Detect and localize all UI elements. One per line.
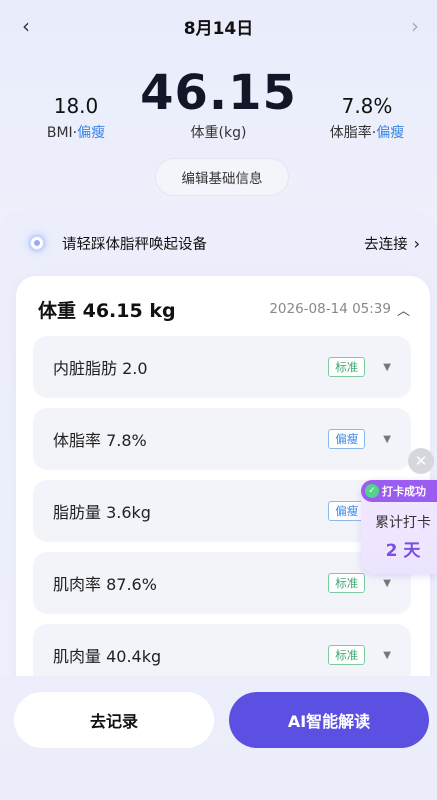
edit-basic-info-button[interactable]: 编辑基础信息 <box>155 158 289 196</box>
top-nav: ‹ 8月14日 › <box>0 0 437 52</box>
status-badge: 偏瘦 <box>328 429 366 449</box>
caret-down-icon[interactable]: ▼ <box>383 650 391 661</box>
record-button[interactable]: 去记录 <box>14 692 214 748</box>
metric-fat-mass[interactable]: 脂肪量 3.6kg 偏瘦 ▼ <box>33 480 411 542</box>
caret-down-icon[interactable]: ▼ <box>383 362 391 373</box>
checkin-days: 2 天 <box>385 541 421 561</box>
date-title: 8月14日 <box>183 19 254 39</box>
chevron-right-icon: › <box>413 233 420 253</box>
record-title: 体重 46.15 kg <box>38 299 176 322</box>
status-badge: 偏瘦 <box>328 501 366 521</box>
metric-body-fat-rate[interactable]: 体脂率 7.8% 偏瘦 ▼ <box>33 408 411 470</box>
caret-down-icon[interactable]: ▼ <box>383 578 391 589</box>
metric-name: 体脂率 7.8% <box>53 431 147 450</box>
status-badge: 标准 <box>328 645 366 665</box>
connect-button[interactable]: 去连接 › <box>364 233 420 254</box>
device-connect-row: 请轻踩体脂秤唤起设备 去连接 › <box>28 228 420 258</box>
body-fat-label: 体脂率·偏瘦 <box>329 125 405 141</box>
ai-analysis-button[interactable]: AI智能解读 <box>229 692 429 748</box>
metric-name: 肌肉率 87.6% <box>53 575 157 594</box>
metric-name: 脂肪量 3.6kg <box>53 503 151 522</box>
record-timestamp: 2026-08-14 05:39 ︿ <box>269 300 410 319</box>
caret-down-icon[interactable]: ▼ <box>383 434 391 445</box>
body-fat-status: 偏瘦 <box>376 125 405 141</box>
metric-muscle-rate[interactable]: 肌肉率 87.6% 标准 ▼ <box>33 552 411 614</box>
chevron-up-icon[interactable]: ︿ <box>397 300 410 319</box>
status-badge: 标准 <box>328 357 366 377</box>
device-prompt: 请轻踩体脂秤唤起设备 <box>62 236 207 253</box>
checkin-label: 累计打卡 <box>375 515 431 531</box>
metric-name: 内脏脂肪 2.0 <box>53 359 148 378</box>
record-header[interactable]: 体重 46.15 kg 2026-08-14 05:39 ︿ <box>38 296 410 322</box>
chevron-right-icon[interactable]: › <box>401 12 429 40</box>
body-fat-stat: 7.8% 体脂率·偏瘦 <box>311 94 423 142</box>
close-icon[interactable]: ✕ <box>408 448 434 474</box>
device-status-icon <box>28 234 46 252</box>
body-fat-value: 7.8% <box>341 94 393 118</box>
check-icon: ✓ <box>365 484 379 498</box>
metric-visceral-fat[interactable]: 内脏脂肪 2.0 标准 ▼ <box>33 336 411 398</box>
stats-summary: 18.0 BMI·偏瘦 46.15 体重(kg) 7.8% 体脂率·偏瘦 <box>0 64 437 154</box>
checkin-success-tag: ✓ 打卡成功 <box>361 480 437 502</box>
status-badge: 标准 <box>328 573 366 593</box>
metric-name: 肌肉量 40.4kg <box>53 647 162 666</box>
